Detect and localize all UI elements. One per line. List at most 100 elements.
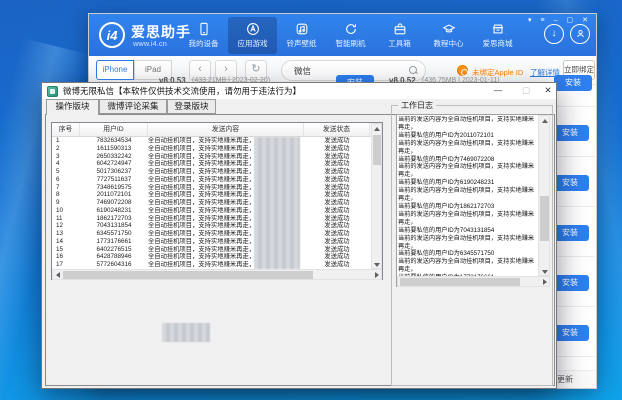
table-row[interactable]: 17832634534全自动挂机项目，支持实地赚米再走，发送成功: [52, 137, 372, 145]
phone-icon: [197, 22, 211, 36]
work-log-textarea[interactable]: 当前的发送内容为全自动挂机项目，支持实地赚米再走，当前要私信的用户ID为2011…: [396, 114, 550, 287]
table-cell: 2: [52, 145, 80, 153]
nav-apps-games[interactable]: 应用游戏: [228, 17, 277, 54]
scroll-down-icon[interactable]: [542, 270, 548, 274]
scroll-left-icon[interactable]: [56, 272, 60, 278]
table-cell: 发送成功: [304, 238, 370, 246]
table-cell: 发送成功: [304, 207, 370, 215]
app-url: www.i4.cn: [133, 39, 167, 48]
scroll-thumb[interactable]: [540, 196, 549, 241]
redaction-blur: [254, 137, 300, 269]
tab-login[interactable]: 登录版块: [167, 99, 216, 114]
tab-comment-collection[interactable]: 微博评论采集: [99, 99, 167, 114]
scroll-down-icon[interactable]: [374, 263, 380, 267]
table-cell: 13: [52, 230, 80, 238]
table-cell: 1611590313: [80, 145, 148, 153]
table-cell: 2011072101: [80, 191, 148, 199]
person-icon: [575, 28, 586, 39]
tab-iphone[interactable]: iPhone: [96, 60, 134, 80]
work-log-title: 工作日志: [398, 100, 436, 111]
table-vscrollbar[interactable]: [371, 123, 382, 269]
table-row[interactable]: 67727511637全自动挂机项目，支持实地赚米再走，发送成功: [52, 176, 372, 184]
nav-label: 智能刷机: [336, 38, 366, 49]
log-line: 当前的发送内容为全自动挂机项目，支持实地赚米再走，: [398, 163, 537, 179]
nav-toolbox[interactable]: 工具箱: [375, 17, 424, 54]
log-line: 当前要私信的用户ID为2011072101: [398, 132, 537, 140]
table-cell: 6042724947: [80, 160, 148, 168]
table-cell: 发送成功: [304, 230, 370, 238]
col-send-content[interactable]: 发送内容: [148, 123, 304, 136]
table-cell: 5017306237: [80, 168, 148, 176]
table-cell: 6428788946: [80, 253, 148, 261]
user-account-icon[interactable]: [570, 24, 590, 44]
nav-my-devices[interactable]: 我的设备: [179, 17, 228, 54]
download-manager-icon[interactable]: ↓: [544, 24, 564, 44]
log-line: 当前的发送内容为全自动挂机项目，支持实地赚米再走，: [398, 116, 537, 132]
apple-id-icon: [457, 65, 468, 76]
table-cell: 1: [52, 137, 80, 145]
app-header: ▾ ≡ – ▢ ✕ i4 爱思助手 www.i4.cn 我的设备 应用游戏: [89, 14, 596, 56]
scroll-thumb[interactable]: [63, 271, 313, 279]
menu-icon[interactable]: ≡: [541, 16, 545, 25]
log-line: 当前的发送内容为全自动挂机项目，支持实地赚米再走，: [398, 235, 537, 251]
col-no[interactable]: 序号: [52, 123, 80, 136]
table-cell: 5: [52, 168, 80, 176]
table-row[interactable]: 175772604316全自动挂机项目，支持实地赚米再走，发送成功: [52, 261, 372, 269]
nav-smart-flash[interactable]: 智能刷机: [326, 17, 375, 54]
table-hscrollbar[interactable]: [52, 269, 382, 280]
nav-ringtones-wallpapers[interactable]: 铃声壁纸: [277, 17, 326, 54]
table-row[interactable]: 21611590313全自动挂机项目，支持实地赚米再走，发送成功: [52, 145, 372, 153]
nav-label: 教程中心: [434, 38, 464, 49]
scroll-thumb[interactable]: [400, 278, 520, 286]
storefront-icon: [491, 22, 505, 36]
table-row[interactable]: 136345571750全自动挂机项目，支持实地赚米再走，发送成功: [52, 230, 372, 238]
table-cell: 12: [52, 222, 80, 230]
table-row[interactable]: 166428788946全自动挂机项目，支持实地赚米再走，发送成功: [52, 253, 372, 261]
table-cell: 17: [52, 261, 80, 269]
scroll-up-icon[interactable]: [374, 127, 380, 131]
log-line: 当前的发送内容为全自动挂机项目，支持实地赚米再走，: [398, 211, 537, 227]
scroll-right-icon[interactable]: [543, 279, 547, 285]
log-hscrollbar[interactable]: [397, 276, 550, 287]
table-row[interactable]: 97469072208全自动挂机项目，支持实地赚米再走，发送成功: [52, 199, 372, 207]
table-cell: 7727511637: [80, 176, 148, 184]
dialog-minimize-button[interactable]: —: [486, 83, 510, 99]
table-row[interactable]: 106190248231全自动挂机项目，支持实地赚米再走，发送成功: [52, 207, 372, 215]
dialog-app-icon: [47, 86, 58, 97]
table-cell: 7469072208: [80, 199, 148, 207]
scroll-right-icon[interactable]: [375, 272, 379, 278]
search-icon[interactable]: [409, 66, 417, 74]
theme-icon[interactable]: ▾: [528, 16, 532, 25]
tab-operation[interactable]: 操作版块: [46, 99, 99, 115]
table-row[interactable]: 141773176661全自动挂机项目，支持实地赚米再走，发送成功: [52, 238, 372, 246]
dialog-title: 微博无限私信【本软件仅供技术交流使用，请勿用于违法行为】: [63, 83, 301, 99]
scroll-up-icon[interactable]: [542, 119, 548, 123]
log-line: 当前要私信的用户ID为6190248231: [398, 179, 537, 187]
install-button[interactable]: 安装: [554, 75, 592, 91]
col-send-status[interactable]: 发送状态: [304, 123, 370, 136]
table-cell: 发送成功: [304, 137, 370, 145]
dialog-maximize-button[interactable]: ▢: [514, 83, 538, 99]
table-cell: 发送成功: [304, 253, 370, 261]
maximize-button[interactable]: ▢: [567, 16, 574, 25]
log-vscrollbar[interactable]: [538, 115, 550, 276]
scroll-thumb[interactable]: [373, 135, 381, 165]
table-row[interactable]: 46042724947全自动挂机项目，支持实地赚米再走，发送成功: [52, 160, 372, 168]
table-header: 序号 用户ID 发送内容 发送状态: [52, 123, 382, 137]
nav-tutorial-center[interactable]: 教程中心: [424, 17, 473, 54]
table-cell: 发送成功: [304, 168, 370, 176]
table-cell: 发送成功: [304, 199, 370, 207]
table-cell: 3: [52, 153, 80, 161]
table-cell: 发送成功: [304, 261, 370, 269]
table-row[interactable]: 127043131854全自动挂机项目，支持实地赚米再走，发送成功: [52, 222, 372, 230]
nav-i4-mall[interactable]: 爱思商城: [473, 17, 522, 54]
table-cell: 14: [52, 238, 80, 246]
dialog-titlebar: 微博无限私信【本软件仅供技术交流使用，请勿用于违法行为】 — ▢ ✕: [42, 83, 556, 99]
table-row[interactable]: 82011072101全自动挂机项目，支持实地赚米再走，发送成功: [52, 191, 372, 199]
table-row[interactable]: 55017306237全自动挂机项目，支持实地赚米再走，发送成功: [52, 168, 372, 176]
appstore-icon: [246, 22, 260, 36]
nav-label: 应用游戏: [238, 38, 268, 49]
dialog-close-button[interactable]: ✕: [540, 83, 556, 99]
table-body: 17832634534全自动挂机项目，支持实地赚米再走，发送成功21611590…: [52, 137, 372, 269]
col-user-id[interactable]: 用户ID: [80, 123, 148, 136]
